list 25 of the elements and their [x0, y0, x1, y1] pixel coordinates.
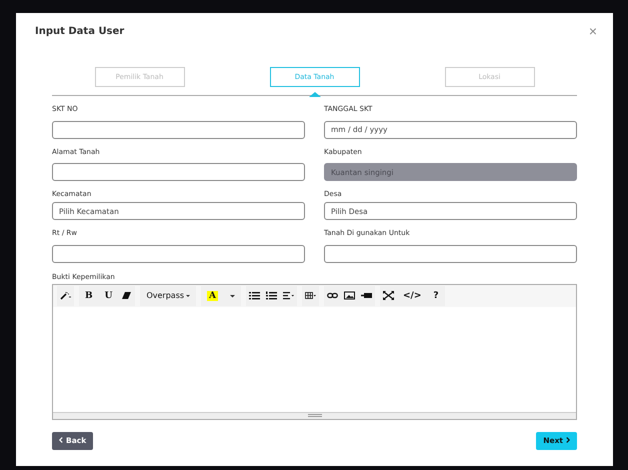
close-button[interactable]: ×	[588, 23, 597, 39]
chevron-right-icon	[566, 437, 570, 443]
input-field[interactable]	[52, 163, 305, 181]
align-dropdown-icon[interactable]	[283, 291, 294, 300]
active-step-pointer	[308, 92, 320, 97]
link-icon[interactable]	[327, 291, 338, 300]
help-button[interactable]: ?	[430, 288, 442, 304]
numbered-list-icon[interactable]	[266, 291, 278, 300]
video-icon[interactable]	[361, 291, 372, 300]
table-dropdown-icon[interactable]	[305, 291, 316, 300]
code-view-button[interactable]: </>	[400, 288, 424, 304]
image-icon[interactable]	[344, 291, 356, 300]
input-field[interactable]	[52, 244, 305, 262]
underline-button[interactable]: U	[102, 288, 116, 304]
chevron-left-icon	[59, 437, 63, 443]
input-field[interactable]	[52, 120, 305, 138]
resize-handle[interactable]	[308, 414, 322, 417]
fullscreen-icon[interactable]	[383, 291, 394, 300]
magic-wand-icon[interactable]	[60, 291, 71, 300]
text-editor[interactable]: B U Overpass A </> ?	[52, 284, 577, 420]
input-field[interactable]	[324, 244, 577, 262]
dialog-title: Input Data User	[35, 26, 124, 36]
bullet-list-icon[interactable]	[249, 291, 260, 300]
eraser-icon[interactable]	[121, 291, 132, 300]
bold-button[interactable]: B	[82, 288, 96, 304]
